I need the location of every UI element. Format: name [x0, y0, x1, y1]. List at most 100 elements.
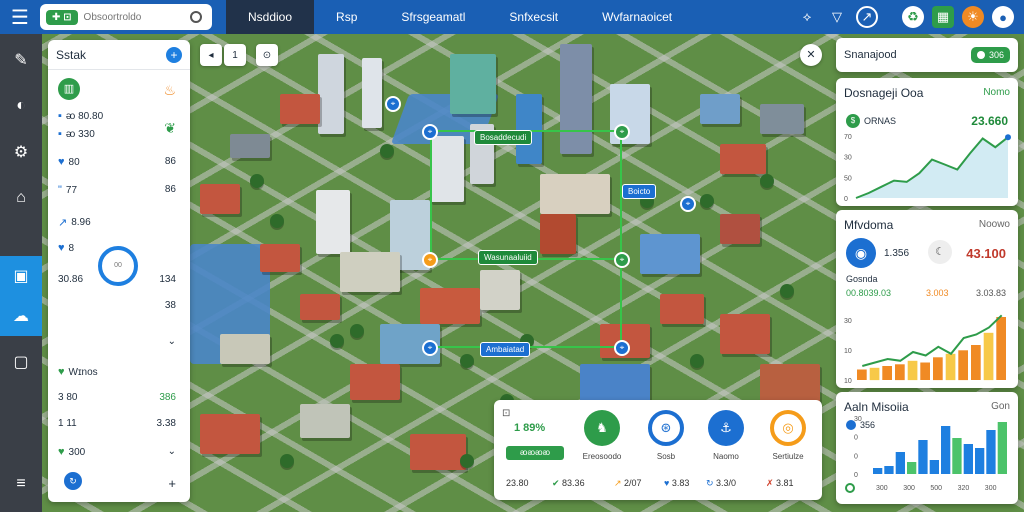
leaf-icon[interactable]: ❦ [164, 120, 176, 137]
map-pin[interactable]: ⌖ [422, 124, 438, 140]
tab-map[interactable]: Rsp [314, 0, 379, 34]
location-icon[interactable]: ▽ [826, 6, 848, 28]
network-icon[interactable]: ⚙ [0, 132, 42, 172]
bar [933, 357, 943, 381]
add-icon[interactable]: + [166, 46, 182, 63]
expand-icon[interactable]: ⌄ [168, 336, 176, 347]
chart-card-bars[interactable]: Mfvdoma Noowo ◉ 1.356 ☾ 43.100 Gosnda 00… [836, 210, 1018, 388]
progress-ring: 00 [98, 246, 138, 286]
add-item-icon[interactable]: + [168, 476, 176, 491]
list-item[interactable]: 1 11 [58, 418, 77, 429]
right-panel-header: Snanajood 306 [836, 38, 1018, 72]
category-button-icon[interactable]: ⚓ [708, 410, 744, 446]
back-icon[interactable]: ◂ [200, 44, 222, 66]
left-panel: Sstak + ▥ ♨ ▪ ᴔ 80.80 ❦ ▪ ᴔ 330 ♥ 80 86 " 77… [48, 40, 190, 502]
y-tick-label: 30 [844, 318, 852, 325]
search-bar[interactable]: ✚ ⊡ [40, 4, 212, 30]
map-pin[interactable]: ⌖ [614, 124, 630, 140]
list-item[interactable]: ♥ 8 [58, 242, 74, 254]
list-item[interactable]: ↗ 8.96 [58, 216, 91, 229]
compass-icon[interactable]: ↗ [856, 6, 878, 28]
map-pin[interactable]: ⌖ [385, 96, 401, 112]
settings-sliders-icon[interactable]: ≡ [0, 464, 42, 504]
y-tick-label: 0 [854, 472, 858, 479]
chart-card-columns[interactable]: Aaln Misoiia Gon 356 30 0 0 0 300 300 500 320 30… [836, 392, 1018, 504]
footer-stat-value: 3.83 [671, 478, 690, 488]
tab-insights[interactable]: Snfxecsit [487, 0, 580, 34]
x-tick-label: 300 [903, 485, 915, 492]
map-pin[interactable]: ⌖ [614, 340, 630, 356]
search-input[interactable] [83, 11, 184, 23]
search-clear-icon[interactable] [189, 11, 202, 23]
list-item[interactable]: " 77 [58, 184, 77, 196]
layers-icon[interactable]: ⟡ [796, 6, 818, 28]
pin-tool-icon[interactable]: ✎ [0, 40, 42, 80]
hamburger-menu-icon[interactable]: ☰ [0, 0, 40, 34]
weather-icon[interactable]: ☁ [0, 296, 42, 336]
bar [996, 317, 1006, 380]
filter-toggle-label: 306 [988, 50, 1004, 60]
series-line [862, 314, 1003, 367]
map-pin[interactable]: ⌖ [422, 252, 438, 268]
camera-icon[interactable]: ▢ [0, 342, 42, 382]
category-label: Ereosoodo [582, 452, 622, 461]
sun-icon[interactable]: ☀ [962, 6, 984, 28]
list-item[interactable]: ▪ ᴔ 330 [58, 128, 95, 140]
list-item-label: 77 [65, 184, 78, 196]
map-pin[interactable]: ⌖ [614, 252, 630, 268]
chart-badge-icon[interactable]: ▥ [58, 78, 80, 100]
chart-card-trend[interactable]: Dosnageji Ooa Nomo $ ORNAS 23.660 70 30 50… [836, 78, 1018, 206]
left-panel-title: Sstak [56, 47, 87, 62]
bar [857, 369, 867, 380]
x-tick-label: 300 [876, 485, 888, 492]
list-item-value: 38 [164, 300, 176, 311]
list-item-value: 134 [159, 274, 176, 285]
column [941, 426, 951, 474]
globe-icon[interactable]: ◐ [0, 86, 42, 126]
list-item[interactable]: 3 80 [58, 392, 77, 403]
list-item[interactable]: ♥ 80 [58, 156, 80, 168]
map-pin[interactable]: ⌖ [680, 196, 696, 212]
fire-icon[interactable]: ♨ [163, 82, 176, 99]
y-tick-label: 50 [844, 175, 852, 182]
category-label: Sosb [656, 452, 676, 461]
zoom-level-icon[interactable]: 1 [224, 44, 246, 66]
nav-tabs: Nsddioo Rsp Sfrsgeamatl Snfxecsit Wvfarn… [226, 0, 694, 34]
list-item[interactable]: ♥ 300 [58, 446, 85, 458]
map-label[interactable]: Bosaddecudi [474, 130, 533, 145]
category-button-icon[interactable]: ◎ [770, 410, 806, 446]
category-label: Sertiulze [772, 452, 804, 461]
list-item[interactable]: 30.86 [58, 274, 83, 285]
map-label[interactable]: Wasunaaluiid [478, 250, 538, 265]
footer-stat-value: 3.81 [776, 478, 794, 488]
tab-statistics[interactable]: Sfrsgeamatl [379, 0, 487, 34]
map-label[interactable]: Boicto [622, 184, 657, 199]
y-tick-label: 0 [854, 453, 858, 460]
home-icon[interactable]: ⌂ [0, 178, 42, 218]
tab-dashboard[interactable]: Nsddioo [226, 0, 315, 34]
close-icon[interactable]: ✕ [800, 44, 822, 66]
widget-progress-bar[interactable]: ᴔᴔᴔᴔ [506, 446, 564, 460]
app-logo-icon: ✚ ⊡ [46, 9, 78, 25]
report-icon[interactable]: ▣ [0, 256, 42, 296]
chevron-down-icon[interactable]: ⌄ [168, 446, 176, 457]
locate-icon[interactable]: ⊙ [256, 44, 278, 66]
list-item[interactable]: ♥ Wɪnos [58, 366, 98, 378]
map-label[interactable]: Ambaiatad [480, 342, 531, 357]
tab-notifications[interactable]: Wvfarnaoicet [580, 0, 694, 34]
chart-icon[interactable]: ▦ [932, 6, 954, 28]
recycle-icon[interactable]: ♻ [902, 6, 924, 28]
map-pin[interactable]: ⌖ [422, 340, 438, 356]
sync-icon[interactable]: ↻ [64, 472, 82, 490]
filter-toggle[interactable]: 306 [970, 47, 1010, 63]
footer-stat: ↗ 2/07 [614, 478, 642, 489]
column [975, 448, 985, 474]
category-button-icon[interactable]: ⊛ [648, 410, 684, 446]
top-bar: ☰ ✚ ⊡ Nsddioo Rsp Sfrsgeamatl Snfxecsit … [0, 0, 1024, 34]
column [873, 468, 883, 474]
user-avatar-icon[interactable]: ● [992, 6, 1014, 28]
category-button-icon[interactable]: ♞ [584, 410, 620, 446]
list-item-label: 30.86 [58, 274, 84, 285]
list-item[interactable]: ▪ ᴔ 80.80 [58, 110, 103, 122]
footer-stat: 23.80 [506, 478, 529, 488]
